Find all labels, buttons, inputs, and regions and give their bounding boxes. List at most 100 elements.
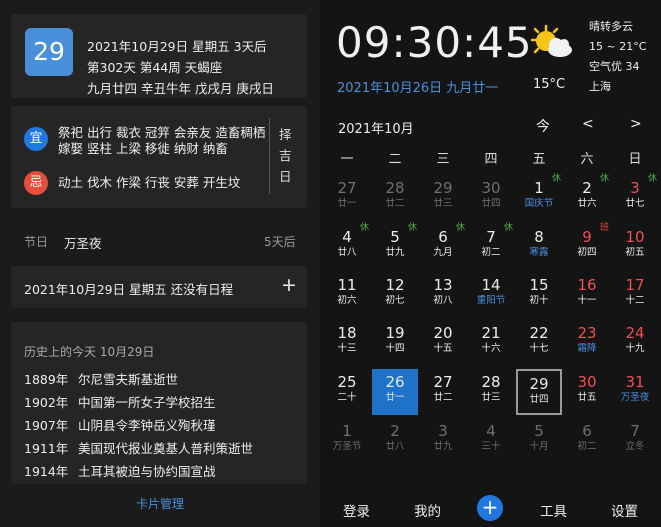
day-number: 19 bbox=[385, 324, 405, 342]
calendar-day-cell[interactable]: 30 廿五 bbox=[564, 369, 610, 415]
lunar-label: 初二 bbox=[577, 441, 597, 452]
calendar-day-cell[interactable]: 16 十一 bbox=[564, 272, 610, 318]
mine-button[interactable]: 我的 bbox=[414, 500, 441, 520]
lunar-label: 廿二 bbox=[433, 392, 453, 403]
calendar-day-cell[interactable]: 6 初二 bbox=[564, 418, 610, 464]
lunar-label: 初四 bbox=[577, 247, 597, 258]
calendar-day-cell[interactable]: 26 廿一 bbox=[372, 369, 418, 415]
calendar-day-cell[interactable]: 12 初七 bbox=[372, 272, 418, 318]
month-label[interactable]: 2021年10月 bbox=[338, 118, 414, 137]
calendar-day-cell[interactable]: 20 十五 bbox=[420, 320, 466, 366]
calendar-day-cell[interactable]: 17 十二 bbox=[612, 272, 658, 318]
day-number: 4 bbox=[486, 422, 496, 440]
calendar-day-cell[interactable]: 27 廿二 bbox=[420, 369, 466, 415]
day-number: 29 bbox=[529, 375, 549, 393]
card-manage-link[interactable]: 卡片管理 bbox=[136, 495, 184, 512]
lunar-label: 万圣节 bbox=[332, 441, 362, 452]
calendar-day-cell[interactable]: 21 十六 bbox=[468, 320, 514, 366]
calendar-day-cell[interactable]: 24 十九 bbox=[612, 320, 658, 366]
calendar-day-cell[interactable]: 29 廿四 bbox=[516, 369, 562, 415]
date-line-1: 2021年10月29日 星期五 3天后 bbox=[87, 39, 267, 54]
calendar-day-cell[interactable]: 7 立冬 bbox=[612, 418, 658, 464]
history-item[interactable]: 1889年 尔尼雪夫斯基逝世 bbox=[24, 369, 178, 388]
day-number: 21 bbox=[481, 324, 501, 342]
calendar-day-cell[interactable]: 28 廿二 bbox=[372, 175, 418, 221]
history-item[interactable]: 1914年 土耳其被迫与协约国宣战 bbox=[24, 461, 216, 480]
calendar-day-cell[interactable]: 7 初二休 bbox=[468, 223, 514, 270]
tools-button[interactable]: 工具 bbox=[540, 500, 567, 520]
holiday-tag: 休 bbox=[359, 223, 369, 233]
calendar-day-cell[interactable]: 1 万圣节 bbox=[324, 418, 370, 464]
lunar-label: 九月 bbox=[433, 247, 453, 258]
zeji-button[interactable]: 择吉日 bbox=[279, 124, 293, 187]
day-number: 11 bbox=[337, 276, 357, 294]
weather-desc: 晴转多云 bbox=[589, 20, 633, 33]
lunar-label: 二十 bbox=[337, 392, 357, 403]
calendar-day-cell[interactable]: 10 初五 bbox=[612, 224, 658, 270]
day-number: 5 bbox=[534, 422, 544, 440]
calendar-day-cell[interactable]: 1 国庆节休 bbox=[516, 174, 562, 221]
history-item[interactable]: 1902年 中国第一所女子学校招生 bbox=[24, 392, 216, 411]
calendar-day-cell[interactable]: 31 万圣夜 bbox=[612, 369, 658, 415]
day-number: 23 bbox=[577, 324, 597, 342]
calendar-day-cell[interactable]: 2 廿八 bbox=[372, 418, 418, 464]
lunar-label: 廿七 bbox=[625, 198, 645, 209]
day-number: 20 bbox=[433, 324, 453, 342]
lunar-label: 寒露 bbox=[529, 247, 549, 258]
settings-button[interactable]: 设置 bbox=[611, 500, 638, 520]
day-number: 13 bbox=[433, 276, 453, 294]
calendar-day-cell[interactable]: 3 廿七休 bbox=[612, 174, 658, 221]
calendar-day-cell[interactable]: 22 十七 bbox=[516, 320, 562, 366]
lunar-label: 霜降 bbox=[577, 343, 597, 354]
lunar-label: 十三 bbox=[337, 343, 357, 354]
history-item[interactable]: 1911年 美国现代报业奠基人普利策逝世 bbox=[24, 438, 253, 457]
clock-time: 09:30:45 bbox=[336, 18, 533, 67]
history-title: 历史上的今天 10月29日 bbox=[24, 345, 155, 359]
prev-month-button[interactable]: < bbox=[582, 116, 594, 132]
almanac-card[interactable]: 宜 祭祀 出行 裁衣 冠笄 会亲友 造畜稠栖 嫁娶 竖柱 上梁 移徙 纳财 纳畜… bbox=[11, 106, 307, 208]
calendar-day-cell[interactable]: 30 廿四 bbox=[468, 175, 514, 221]
next-month-button[interactable]: > bbox=[630, 116, 642, 132]
day-number: 27 bbox=[433, 373, 453, 391]
history-card: 历史上的今天 10月29日 1889年 尔尼雪夫斯基逝世 1902年 中国第一所女子… bbox=[11, 322, 307, 484]
calendar-day-cell[interactable]: 5 十月 bbox=[516, 418, 562, 464]
calendar-day-cell[interactable]: 4 廿八休 bbox=[324, 223, 370, 270]
calendar-day-cell[interactable]: 11 初六 bbox=[324, 272, 370, 318]
day-number: 25 bbox=[337, 373, 357, 391]
sun-cloud-icon bbox=[530, 24, 572, 57]
calendar-day-cell[interactable]: 4 三十 bbox=[468, 418, 514, 464]
history-item[interactable]: 1907年 山阴县令李钟岳义殉秋瑾 bbox=[24, 415, 216, 434]
calendar-day-cell[interactable]: 27 廿一 bbox=[324, 175, 370, 221]
calendar-day-cell[interactable]: 15 初十 bbox=[516, 272, 562, 318]
day-number: 15 bbox=[529, 276, 549, 294]
calendar-day-cell[interactable]: 13 初八 bbox=[420, 272, 466, 318]
calendar-day-cell[interactable]: 14 重阳节 bbox=[468, 272, 514, 318]
holiday-tag: 休 bbox=[503, 223, 513, 233]
login-button[interactable]: 登录 bbox=[343, 500, 370, 520]
calendar-day-cell[interactable]: 3 廿九 bbox=[420, 418, 466, 464]
add-schedule-button[interactable]: + bbox=[281, 274, 297, 296]
lunar-label: 廿一 bbox=[337, 198, 357, 209]
left-panel: 29 2021年10月29日 星期五 3天后 第302天 第44周 天蝎座 九月… bbox=[0, 0, 320, 527]
add-button[interactable]: + bbox=[477, 495, 503, 521]
calendar-day-cell[interactable]: 23 霜降 bbox=[564, 320, 610, 366]
day-number: 6 bbox=[582, 422, 592, 440]
calendar-day-cell[interactable]: 19 十四 bbox=[372, 320, 418, 366]
calendar-day-cell[interactable]: 9 初四班 bbox=[564, 223, 610, 270]
calendar-day-cell[interactable]: 2 廿六休 bbox=[564, 174, 610, 221]
day-number: 30 bbox=[481, 179, 501, 197]
lunar-label: 廿一 bbox=[385, 392, 405, 403]
calendar-day-cell[interactable]: 25 二十 bbox=[324, 369, 370, 415]
calendar-day-cell[interactable]: 8 寒露 bbox=[516, 224, 562, 270]
calendar-day-cell[interactable]: 18 十三 bbox=[324, 320, 370, 366]
calendar-day-cell[interactable]: 5 廿九休 bbox=[372, 223, 418, 270]
calendar-day-cell[interactable]: 28 廿三 bbox=[468, 369, 514, 415]
clock-date: 2021年10月26日 九月廿一 bbox=[337, 81, 499, 96]
today-button[interactable]: 今 bbox=[536, 116, 550, 136]
calendar-day-cell[interactable]: 6 九月休 bbox=[420, 223, 466, 270]
calendar-day-cell[interactable]: 29 廿三 bbox=[420, 175, 466, 221]
divider bbox=[269, 118, 270, 194]
date-line-2: 第302天 第44周 天蝎座 bbox=[87, 60, 223, 75]
lunar-label: 十六 bbox=[481, 343, 501, 354]
holiday-tag: 休 bbox=[551, 174, 561, 184]
